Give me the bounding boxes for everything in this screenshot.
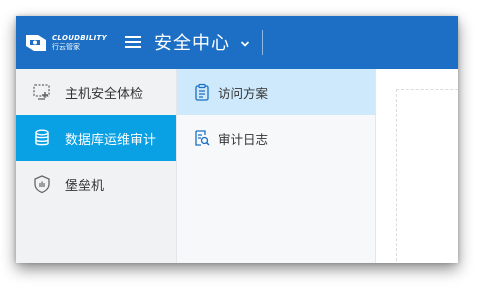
sub-navigation: 访问方案 审计日志 (177, 69, 376, 263)
subnav-item-audit-log[interactable]: 审计日志 (177, 115, 375, 161)
sidebar-item-host-check[interactable]: 主机安全体检 (16, 69, 176, 115)
main-content (376, 69, 458, 263)
sidebar-item-label: 堡垒机 (65, 178, 105, 194)
top-bar: CLOUDBILITY 行云管家 安全中心 (16, 16, 458, 69)
sidebar-item-label: 数据库运维审计 (65, 132, 157, 148)
logo[interactable]: CLOUDBILITY 行云管家 (24, 29, 116, 57)
sidebar-item-database-audit[interactable]: 数据库运维审计 (16, 115, 176, 161)
page-title[interactable]: 安全中心 (154, 29, 230, 55)
subnav-item-label: 访问方案 (218, 85, 269, 101)
header-divider (262, 30, 263, 55)
clipboard-icon (193, 83, 211, 101)
sidebar: 主机安全体检 数据库运维审计 堡垒机 (16, 69, 177, 263)
host-check-icon (32, 82, 52, 102)
subnav-item-label: 审计日志 (218, 131, 269, 147)
hamburger-menu-icon[interactable] (124, 33, 142, 51)
database-icon (32, 128, 52, 148)
app-window: CLOUDBILITY 行云管家 安全中心 主机安全体检 数据库运维审计 堡垒机… (16, 16, 458, 263)
logo-text-en: CLOUDBILITY (52, 34, 107, 42)
subnav-item-access-plan[interactable]: 访问方案 (177, 69, 375, 115)
sidebar-item-bastion[interactable]: 堡垒机 (16, 161, 176, 207)
chevron-down-icon[interactable] (240, 34, 250, 47)
shield-icon (32, 174, 52, 194)
sidebar-item-label: 主机安全体检 (65, 86, 144, 102)
cloudbility-logo-icon (24, 31, 48, 55)
logo-text-cn: 行云管家 (52, 43, 80, 51)
content-panel (396, 89, 458, 263)
log-search-icon (193, 129, 211, 147)
